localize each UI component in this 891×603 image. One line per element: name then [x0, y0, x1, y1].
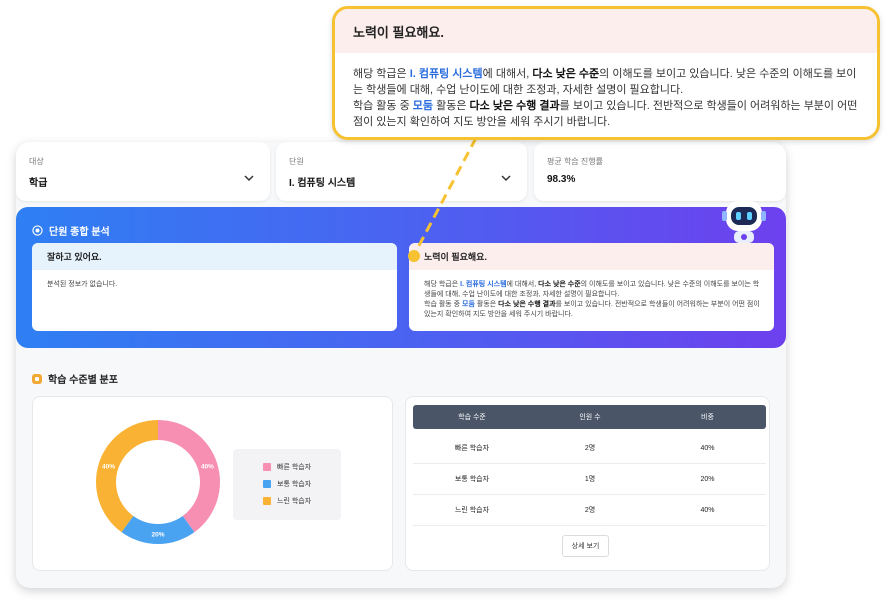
distribution-title: 학습 수준별 분포 [32, 371, 118, 386]
chart-panel: 40% 20% 40% 빠른 학습자 보통 학습자 느린 학습자 [32, 396, 393, 571]
legend-item-slow: 느린 학습자 [263, 492, 341, 509]
slice-label: 40% [102, 463, 115, 470]
target-icon [32, 225, 43, 236]
chevron-down-icon[interactable] [242, 171, 256, 185]
column-header: 비중 [701, 414, 714, 421]
table-row: 보통 학습자 1명 20% [413, 464, 766, 495]
unit-link: I. 컴퓨팅 시스템 [460, 281, 507, 288]
target-value: 학급 [29, 178, 48, 189]
slice-fast [158, 420, 220, 533]
robot-mascot-icon [722, 201, 766, 243]
distribution-table: 학습 수준 인원 수 비중 빠른 학습자 2명 40% 보통 학습자 1명 20… [405, 396, 770, 571]
table-row: 빠른 학습자 2명 40% [413, 433, 766, 464]
legend-swatch [263, 479, 271, 488]
effort-callout: 노력이 필요해요. 해당 학급은 I. 컴퓨팅 시스템에 대해서, 다소 낮은 … [332, 6, 880, 140]
unit-link: I. 컴퓨팅 시스템 [409, 68, 483, 80]
effort-card-title: 노력이 필요해요. [409, 243, 774, 270]
target-label: 대상 [29, 157, 44, 166]
good-card: 잘하고 있어요. 분석된 정보가 없습니다. [32, 243, 397, 331]
dashboard-panel: 대상 학급 단원 I. 컴퓨팅 시스템 평균 학습 진행률 98.3% 단원 종… [16, 142, 786, 588]
slice-slow [96, 420, 158, 533]
progress-value: 98.3% [547, 174, 576, 185]
effort-card: 노력이 필요해요. 해당 학급은 I. 컴퓨팅 시스템에 대해서, 다소 낮은 … [409, 243, 774, 331]
chart-legend: 빠른 학습자 보통 학습자 느린 학습자 [233, 449, 341, 520]
table-row: 느린 학습자 2명 40% [413, 495, 766, 526]
good-card-title: 잘하고 있어요. [32, 243, 397, 270]
effort-card-body: 해당 학급은 I. 컴퓨팅 시스템에 대해서, 다소 낮은 수준의 이해도를 보… [424, 281, 760, 318]
chart-icon [32, 373, 42, 384]
activity-link: 모둠 [412, 100, 434, 112]
slice-label: 40% [201, 463, 214, 470]
column-header: 인원 수 [579, 414, 601, 421]
detail-view-button[interactable]: 상세 보기 [562, 535, 609, 557]
unit-label: 단원 [289, 157, 304, 166]
analysis-title-text: 단원 종합 분석 [49, 227, 110, 238]
table-header: 학습 수준 인원 수 비중 [413, 405, 766, 429]
target-select[interactable]: 대상 학급 [16, 142, 270, 201]
unit-analysis-banner: 단원 종합 분석 잘하고 있어요. 분석된 정보가 없습니다. 노력이 필요해요… [16, 207, 786, 348]
legend-swatch [263, 496, 271, 505]
slice-label: 20% [151, 532, 164, 539]
chevron-down-icon[interactable] [499, 171, 513, 185]
activity-link: 모둠 [462, 301, 475, 308]
unit-value: I. 컴퓨팅 시스템 [289, 178, 356, 189]
legend-swatch [263, 462, 271, 471]
distribution-title-text: 학습 수준별 분포 [48, 375, 118, 386]
callout-body: 해당 학급은 I. 컴퓨팅 시스템에 대해서, 다소 낮은 수준의 이해도를 보… [353, 68, 858, 128]
unit-select[interactable]: 단원 I. 컴퓨팅 시스템 [276, 142, 527, 201]
legend-item-fast: 빠른 학습자 [263, 458, 341, 475]
good-card-body: 분석된 정보가 없습니다. [47, 281, 118, 288]
progress-card: 평균 학습 진행률 98.3% [534, 142, 786, 201]
donut-chart: 40% 20% 40% [96, 420, 220, 544]
progress-label: 평균 학습 진행률 [547, 157, 603, 166]
callout-title: 노력이 필요해요. [335, 9, 877, 53]
column-header: 학습 수준 [458, 414, 486, 421]
slice-normal [121, 515, 195, 544]
analysis-title: 단원 종합 분석 [32, 223, 110, 238]
legend-item-normal: 보통 학습자 [263, 475, 341, 492]
